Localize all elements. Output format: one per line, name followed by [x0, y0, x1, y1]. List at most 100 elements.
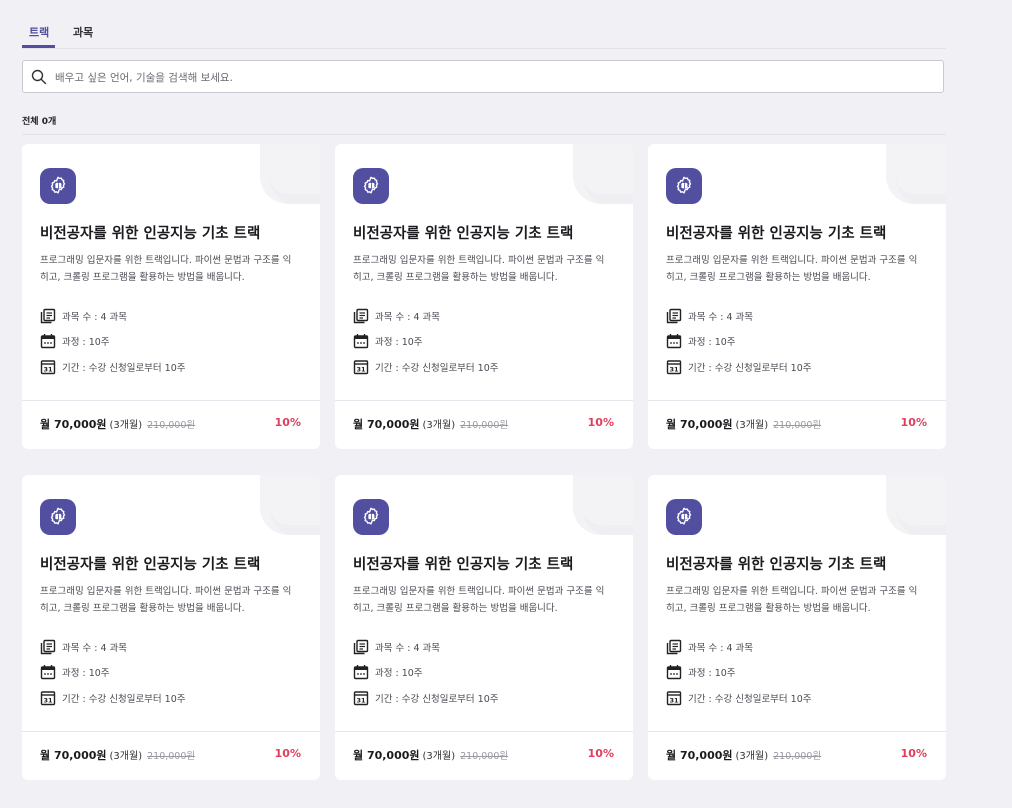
- card-divider: [22, 731, 320, 732]
- discount-rate: 10%: [274, 416, 301, 429]
- card-corner-decoration: [886, 144, 946, 204]
- track-title[interactable]: 비전공자를 위한 인공지능 기초 트랙: [40, 222, 260, 243]
- track-card[interactable]: 비전공자를 위한 인공지능 기초 트랙 프로그래밍 입문자를 위한 트랙입니다.…: [22, 475, 320, 780]
- calendar-icon: [353, 334, 369, 349]
- price-period: (3개월): [422, 751, 456, 762]
- duration-row: 과정 : 10주: [353, 333, 423, 349]
- track-description: 프로그래밍 입문자를 위한 트랙입니다. 파이썬 문법과 구조를 익히고, 크롤…: [666, 586, 918, 614]
- card-divider: [335, 400, 633, 401]
- course-count-text: 과목 수 : 4 과목: [375, 312, 441, 323]
- track-card[interactable]: 비전공자를 위한 인공지능 기초 트랙 프로그래밍 입문자를 위한 트랙입니다.…: [648, 475, 946, 780]
- card-corner-decoration: [886, 475, 946, 535]
- page: 트랙 과목 전체 0개 비전공자를 위한 인공지능 기초 트랙 프로그래밍 입문…: [0, 0, 1012, 808]
- price: 월 70,000원 (3개월) 210,000원: [666, 747, 821, 763]
- track-description: 프로그래밍 입문자를 위한 트랙입니다. 파이썬 문법과 구조를 익히고, 크롤…: [353, 255, 605, 283]
- duration-text: 과정 : 10주: [375, 668, 423, 679]
- track-card[interactable]: 비전공자를 위한 인공지능 기초 트랙 프로그래밍 입문자를 위한 트랙입니다.…: [335, 144, 633, 449]
- gear-brain-icon: [50, 507, 66, 525]
- discount-rate: 10%: [587, 416, 614, 429]
- period-row: 31 기간 : 수강 신청일로부터 10주: [666, 690, 812, 706]
- track-description: 프로그래밍 입문자를 위한 트랙입니다. 파이썬 문법과 구조를 익히고, 크롤…: [40, 586, 292, 614]
- discount-rate: 10%: [900, 747, 927, 760]
- course-count-text: 과목 수 : 4 과목: [62, 643, 128, 654]
- original-price: 210,000원: [147, 420, 196, 431]
- duration-text: 과정 : 10주: [688, 668, 736, 679]
- track-title[interactable]: 비전공자를 위한 인공지능 기초 트랙: [353, 553, 573, 574]
- calendar-31-icon: 31: [40, 691, 56, 706]
- track-card[interactable]: 비전공자를 위한 인공지능 기초 트랙 프로그래밍 입문자를 위한 트랙입니다.…: [335, 475, 633, 780]
- duration-row: 과정 : 10주: [666, 664, 736, 680]
- period-text: 기간 : 수강 신청일로부터 10주: [375, 694, 499, 705]
- price: 월 70,000원 (3개월) 210,000원: [353, 747, 508, 763]
- svg-text:31: 31: [43, 697, 53, 705]
- monthly-price: 월 70,000원: [353, 749, 420, 762]
- card-corner-decoration: [573, 144, 633, 204]
- original-price: 210,000원: [147, 751, 196, 762]
- duration-text: 과정 : 10주: [62, 337, 110, 348]
- period-text: 기간 : 수강 신청일로부터 10주: [62, 363, 186, 374]
- period-text: 기간 : 수강 신청일로부터 10주: [688, 363, 812, 374]
- svg-text:31: 31: [43, 366, 53, 374]
- calendar-31-icon: 31: [40, 360, 56, 375]
- track-card[interactable]: 비전공자를 위한 인공지능 기초 트랙 프로그래밍 입문자를 위한 트랙입니다.…: [22, 144, 320, 449]
- course-count-text: 과목 수 : 4 과목: [688, 643, 754, 654]
- track-description: 프로그래밍 입문자를 위한 트랙입니다. 파이썬 문법과 구조를 익히고, 크롤…: [40, 255, 292, 283]
- original-price: 210,000원: [460, 751, 509, 762]
- calendar-icon: [40, 665, 56, 680]
- course-count-text: 과목 수 : 4 과목: [375, 643, 441, 654]
- period-row: 31 기간 : 수강 신청일로부터 10주: [40, 690, 186, 706]
- original-price: 210,000원: [460, 420, 509, 431]
- calendar-31-icon: 31: [666, 691, 682, 706]
- track-title[interactable]: 비전공자를 위한 인공지능 기초 트랙: [666, 222, 886, 243]
- price-period: (3개월): [109, 420, 143, 431]
- track-card-grid: 비전공자를 위한 인공지능 기초 트랙 프로그래밍 입문자를 위한 트랙입니다.…: [22, 144, 946, 784]
- track-logo: [666, 499, 702, 535]
- price-period: (3개월): [422, 420, 456, 431]
- card-corner-decoration: [573, 475, 633, 535]
- monthly-price: 월 70,000원: [666, 749, 733, 762]
- course-list-icon: [666, 308, 682, 324]
- track-card[interactable]: 비전공자를 위한 인공지능 기초 트랙 프로그래밍 입문자를 위한 트랙입니다.…: [648, 144, 946, 449]
- duration-row: 과정 : 10주: [666, 333, 736, 349]
- period-text: 기간 : 수강 신청일로부터 10주: [62, 694, 186, 705]
- card-divider: [335, 731, 633, 732]
- svg-text:31: 31: [356, 366, 366, 374]
- active-tab-indicator: [22, 45, 55, 48]
- svg-text:31: 31: [669, 366, 679, 374]
- course-list-icon: [40, 308, 56, 324]
- duration-row: 과정 : 10주: [353, 664, 423, 680]
- track-title[interactable]: 비전공자를 위한 인공지능 기초 트랙: [666, 553, 886, 574]
- price-period: (3개월): [735, 751, 769, 762]
- calendar-31-icon: 31: [666, 360, 682, 375]
- result-count: 전체 0개: [22, 117, 57, 127]
- gear-brain-icon: [363, 176, 379, 194]
- duration-text: 과정 : 10주: [375, 337, 423, 348]
- search-box[interactable]: [22, 60, 944, 93]
- gear-brain-icon: [363, 507, 379, 525]
- monthly-price: 월 70,000원: [40, 418, 107, 431]
- card-corner-decoration: [260, 144, 320, 204]
- tab-track[interactable]: 트랙: [29, 24, 49, 40]
- search-input[interactable]: [53, 67, 927, 89]
- course-count-row: 과목 수 : 4 과목: [40, 308, 127, 324]
- original-price: 210,000원: [773, 420, 822, 431]
- course-list-icon: [666, 639, 682, 655]
- track-title[interactable]: 비전공자를 위한 인공지능 기초 트랙: [40, 553, 260, 574]
- tab-subject[interactable]: 과목: [73, 24, 93, 40]
- price: 월 70,000원 (3개월) 210,000원: [353, 416, 508, 432]
- calendar-31-icon: 31: [353, 360, 369, 375]
- divider: [22, 134, 946, 135]
- price-period: (3개월): [735, 420, 769, 431]
- gear-brain-icon: [676, 176, 692, 194]
- duration-text: 과정 : 10주: [62, 668, 110, 679]
- price-period: (3개월): [109, 751, 143, 762]
- calendar-icon: [40, 334, 56, 349]
- calendar-icon: [666, 334, 682, 349]
- card-divider: [648, 400, 946, 401]
- track-title[interactable]: 비전공자를 위한 인공지능 기초 트랙: [353, 222, 573, 243]
- tab-bar: 트랙 과목: [22, 14, 946, 49]
- price: 월 70,000원 (3개월) 210,000원: [40, 416, 195, 432]
- card-divider: [648, 731, 946, 732]
- gear-brain-icon: [676, 507, 692, 525]
- search-icon: [31, 69, 47, 85]
